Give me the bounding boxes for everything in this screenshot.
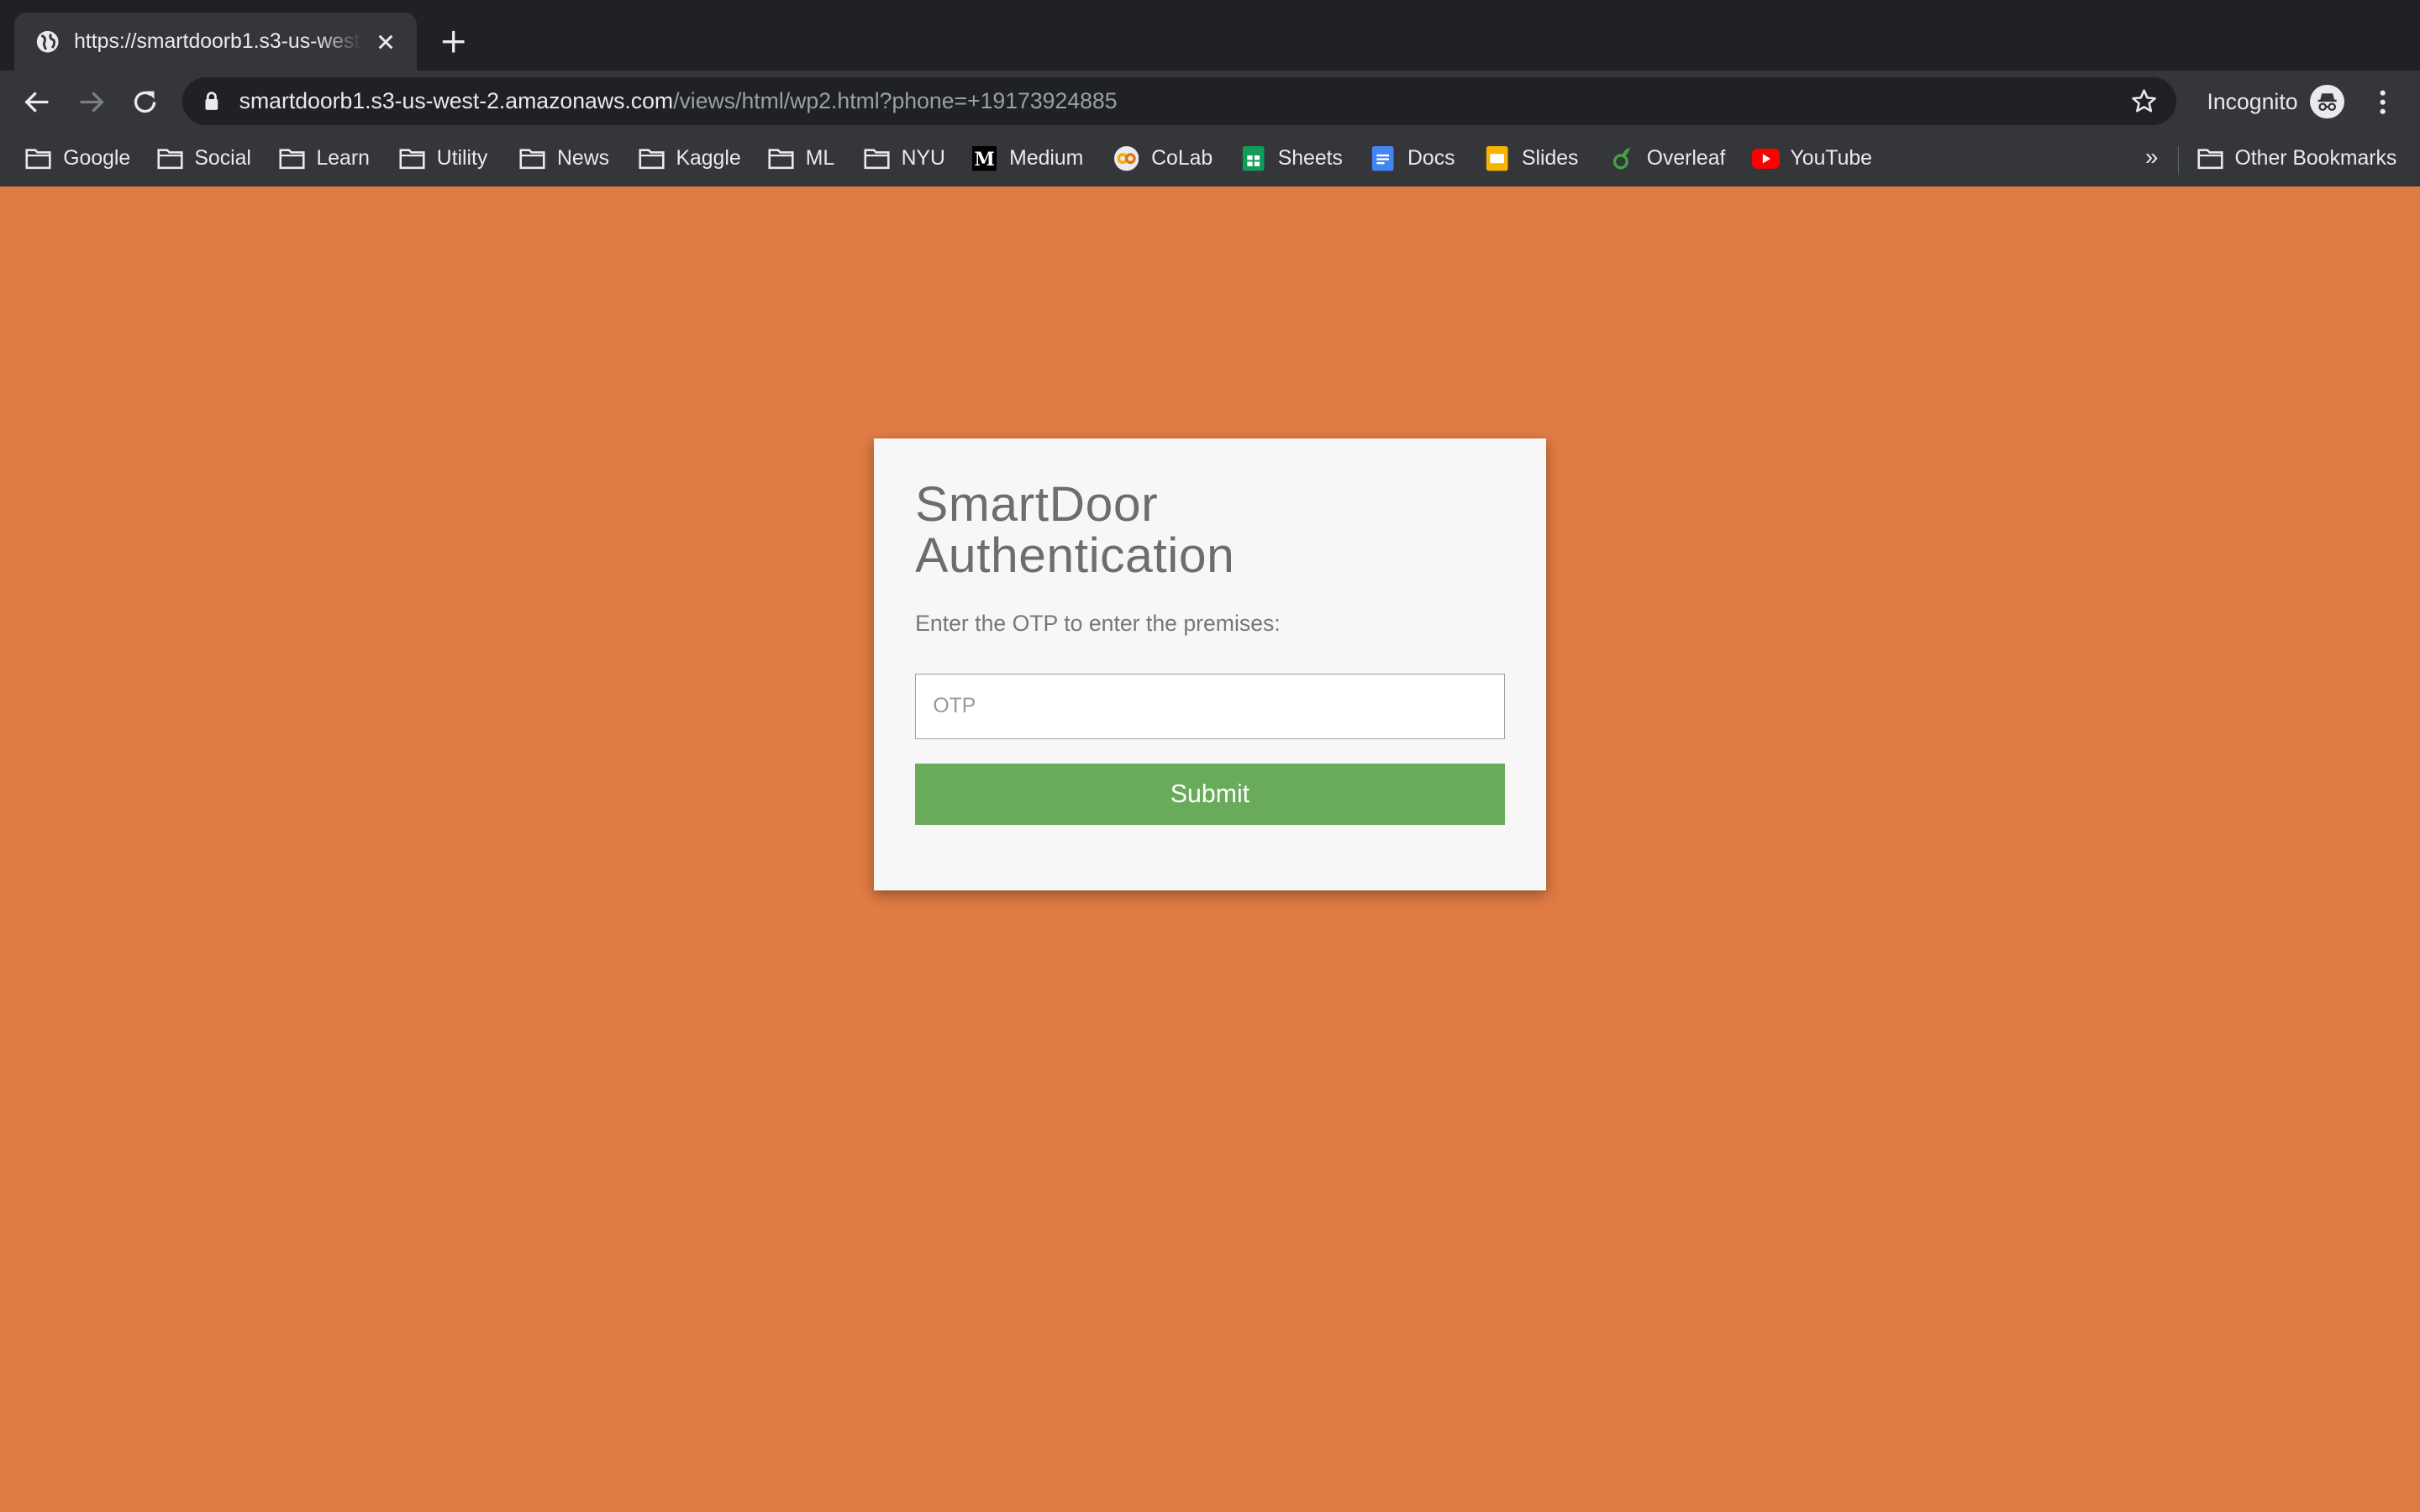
tab-strip: https://smartdoorb1.s3-us-west-2.amazona… xyxy=(0,0,2420,71)
tab-active[interactable]: https://smartdoorb1.s3-us-west-2.amazona… xyxy=(13,12,417,71)
folder-icon xyxy=(767,146,795,171)
chrome-menu-button[interactable] xyxy=(2365,81,2402,122)
arrow-left-icon xyxy=(24,92,48,113)
url-path: /views/html/wp2.html?phone=+19173924885 xyxy=(673,87,1118,113)
bookmark-label: CoLab xyxy=(1151,147,1213,171)
folder-icon xyxy=(2196,146,2224,171)
bookmark-youtube[interactable]: YouTube xyxy=(1751,140,1872,177)
bookmark-overleaf[interactable]: Overleaf xyxy=(1608,140,1726,177)
bookmark-label: News xyxy=(557,147,609,171)
toolbar: smartdoorb1.s3-us-west-2.amazonaws.com/v… xyxy=(0,71,2420,132)
bookmark-learn[interactable]: Learn xyxy=(278,140,370,177)
svg-text:M: M xyxy=(975,149,995,171)
folder-icon xyxy=(24,146,52,171)
incognito-label: Incognito xyxy=(2207,88,2298,114)
instruction-text: Enter the OTP to enter the premises: xyxy=(915,611,1281,637)
bookmark-label: Medium xyxy=(1009,147,1084,171)
close-tab-icon[interactable] xyxy=(373,29,397,54)
globe-icon xyxy=(35,29,60,54)
youtube-icon xyxy=(1751,146,1780,171)
bookmark-utility[interactable]: Utility xyxy=(398,140,487,177)
url-host: smartdoorb1.s3-us-west-2.amazonaws.com xyxy=(239,87,674,113)
otp-input[interactable] xyxy=(915,674,1505,739)
incognito-icon xyxy=(2310,85,2344,119)
tab-title: https://smartdoorb1.s3-us-west-2.amazona… xyxy=(74,29,361,53)
overleaf-icon xyxy=(1608,146,1636,171)
other-bookmarks-folder[interactable]: Other Bookmarks xyxy=(2196,140,2397,177)
folder-icon xyxy=(398,146,426,171)
address-bar[interactable]: smartdoorb1.s3-us-west-2.amazonaws.com/v… xyxy=(182,76,2176,125)
bookmark-sheets[interactable]: Sheets xyxy=(1239,140,1343,177)
bookmark-label: Sheets xyxy=(1277,147,1343,171)
bookmarks-overflow-button[interactable]: » xyxy=(2145,144,2158,171)
folder-icon xyxy=(638,146,666,171)
bookmark-slides[interactable]: Slides xyxy=(1483,140,1578,177)
bookmark-label: Docs xyxy=(1407,147,1455,171)
bookmark-label: Kaggle xyxy=(676,147,741,171)
forward-button[interactable] xyxy=(71,81,111,122)
bookmark-colab[interactable]: CoLab xyxy=(1113,140,1213,177)
bookmark-docs[interactable]: Docs xyxy=(1369,140,1455,177)
auth-card: SmartDoor Authentication Enter the OTP t… xyxy=(873,438,1547,890)
new-tab-button[interactable] xyxy=(435,24,472,60)
reload-button[interactable] xyxy=(125,81,166,122)
bookmark-label: Overleaf xyxy=(1646,147,1726,171)
submit-button[interactable]: Submit xyxy=(915,763,1505,826)
more-vert-icon xyxy=(2380,90,2386,114)
colab-icon xyxy=(1113,146,1140,171)
folder-icon xyxy=(863,146,891,171)
bookmarks-divider xyxy=(2177,146,2180,175)
bookmark-kaggle[interactable]: Kaggle xyxy=(638,140,741,177)
folder-icon xyxy=(278,146,306,171)
bookmark-label: Google xyxy=(63,147,131,171)
back-button[interactable] xyxy=(17,81,57,122)
lock-icon[interactable] xyxy=(201,90,223,112)
bookmark-google[interactable]: Google xyxy=(24,140,130,177)
sheets-icon xyxy=(1239,146,1267,171)
bookmark-label: Utility xyxy=(436,147,488,171)
bookmarks-bar: » Other Bookmarks Google Social Learn Utili… xyxy=(0,131,2420,187)
url-text: smartdoorb1.s3-us-west-2.amazonaws.com/v… xyxy=(239,88,1118,114)
bookmark-label: Social xyxy=(194,147,251,171)
arrow-right-icon xyxy=(80,92,104,113)
page-title: SmartDoor Authentication xyxy=(915,477,1235,583)
slides-icon xyxy=(1483,146,1511,171)
incognito-indicator[interactable]: Incognito xyxy=(2197,81,2344,122)
medium-icon: M xyxy=(971,146,998,171)
bookmark-label: Learn xyxy=(316,147,370,171)
bookmark-star-icon[interactable] xyxy=(2131,88,2157,114)
bookmark-label: Slides xyxy=(1521,147,1579,171)
bookmark-label: YouTube xyxy=(1790,147,1872,171)
bookmark-label: ML xyxy=(805,147,835,171)
browser-window: https://smartdoorb1.s3-us-west-2.amazona… xyxy=(0,0,2420,1512)
bookmark-medium[interactable]: M Medium xyxy=(971,140,1083,177)
bookmark-label: NYU xyxy=(901,147,945,171)
docs-icon xyxy=(1369,146,1397,171)
bookmark-nyu[interactable]: NYU xyxy=(863,140,945,177)
bookmark-ml[interactable]: ML xyxy=(767,140,834,177)
bookmark-news[interactable]: News xyxy=(518,140,609,177)
folder-icon xyxy=(518,146,546,171)
folder-icon xyxy=(156,146,184,171)
reload-icon xyxy=(134,91,156,113)
other-bookmarks-label: Other Bookmarks xyxy=(2234,147,2397,171)
page-content: SmartDoor Authentication Enter the OTP t… xyxy=(0,186,2420,1512)
bookmark-social[interactable]: Social xyxy=(156,140,251,177)
